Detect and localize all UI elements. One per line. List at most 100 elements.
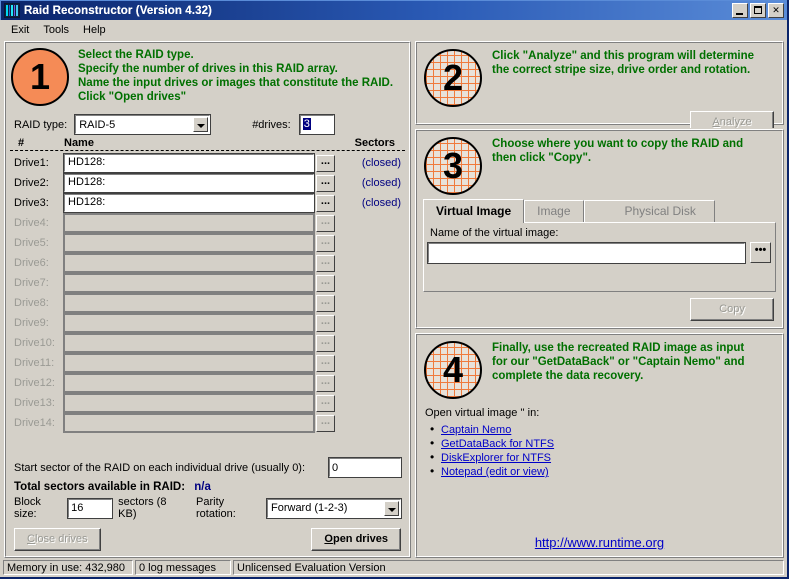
drive-name-input[interactable]: HD128:	[63, 153, 315, 173]
virtual-image-browse-button[interactable]: •••	[750, 242, 771, 263]
parity-rotation-label: Parity rotation:	[196, 496, 236, 520]
menu-bar: Exit Tools Help	[0, 20, 787, 39]
step2-number-badge: 2	[424, 49, 482, 107]
drive-browse-button[interactable]: ...	[316, 254, 335, 272]
drive-row: Drive11:...	[14, 353, 405, 373]
steps-column: 2 Click "Analyze" and this program will …	[414, 40, 785, 559]
drive-browse-button[interactable]: ...	[316, 334, 335, 352]
drive-label: Drive13:	[14, 397, 55, 409]
drive-row: Drive9:...	[14, 313, 405, 333]
tab-virtual-image[interactable]: Virtual Image	[423, 199, 525, 223]
open-with-links: Captain Nemo GetDataBack for NTFS DiskExpl…	[417, 422, 782, 479]
open-with-link[interactable]: DiskExplorer for NTFS	[441, 452, 551, 464]
raid-type-select[interactable]: RAID-5	[74, 114, 212, 135]
drive-name-input	[63, 373, 315, 393]
raid-type-select-wrap: RAID-5	[74, 114, 212, 135]
open-with-link[interactable]: Captain Nemo	[441, 424, 511, 436]
drive-browse-button[interactable]: ...	[316, 314, 335, 332]
drive-label: Drive11:	[14, 357, 55, 369]
drive-name-input	[63, 293, 315, 313]
drive-browse-button[interactable]: ...	[316, 294, 335, 312]
step2-panel: 2 Click "Analyze" and this program will …	[414, 40, 785, 134]
drive-row: Drive12:...	[14, 373, 405, 393]
list-item: GetDataBack for NTFS	[430, 436, 782, 451]
drive-browse-button[interactable]: ...	[316, 214, 335, 232]
drive-sectors-status: (closed)	[361, 177, 401, 189]
open-virtual-image-label: Open virtual image '' in:	[425, 407, 540, 419]
runtime-website-link[interactable]: http://www.runtime.org	[535, 535, 664, 550]
status-memory: Memory in use: 432,980	[3, 560, 133, 575]
minimize-button[interactable]	[732, 3, 748, 18]
drive-label: Drive6:	[14, 257, 49, 269]
parity-rotation-select[interactable]: Forward (1-2-3)	[266, 497, 402, 519]
drive-row: Drive1: HD128:... (closed)	[14, 153, 405, 173]
open-with-link[interactable]: Notepad (edit or view)	[441, 466, 549, 478]
step3-instructions: Choose where you want to copy the RAID a…	[492, 138, 744, 164]
drive-name-input	[63, 233, 315, 253]
drive-row: Drive3: HD128:... (closed)	[14, 193, 405, 213]
step4-header: 4 Finally, use the recreated RAID image …	[417, 335, 782, 399]
step2-header: 2 Click "Analyze" and this program will …	[417, 43, 782, 107]
drive-label: Drive2:	[14, 177, 49, 189]
block-size-row: Block size: sectors (8 KB) Parity rotati…	[6, 495, 409, 522]
column-header-name: Name	[64, 137, 94, 149]
menu-item-tools[interactable]: Tools	[36, 22, 76, 38]
step2-instructions: Click "Analyze" and this program will de…	[492, 50, 755, 76]
drive-name-input	[63, 413, 315, 433]
drive-browse-button[interactable]: ...	[316, 354, 335, 372]
virtual-image-name-label: Name of the virtual image:	[430, 227, 559, 239]
status-bar: Memory in use: 432,980 0 log messages Un…	[0, 558, 787, 577]
drive-name-input	[63, 313, 315, 333]
drive-row: Drive13:...	[14, 393, 405, 413]
open-with-link[interactable]: GetDataBack for NTFS	[441, 438, 554, 450]
drive-browse-button[interactable]: ...	[316, 194, 335, 212]
start-sector-label: Start sector of the RAID on each individ…	[14, 461, 306, 474]
close-button[interactable]: ✕	[768, 3, 784, 18]
drive-name-input[interactable]: HD128:	[63, 173, 315, 193]
drive-browse-button[interactable]: ...	[316, 414, 335, 432]
copy-button[interactable]: Copy	[690, 298, 774, 321]
drive-sectors-status: (closed)	[361, 157, 401, 169]
main-content: 1 Select the RAID type. Specify the numb…	[0, 39, 787, 559]
drives-count-input[interactable]: 3	[298, 114, 335, 135]
parity-rotation-select-wrap: Forward (1-2-3)	[266, 497, 402, 519]
block-size-input[interactable]	[67, 497, 114, 519]
open-drives-button[interactable]: Open drives	[311, 528, 401, 551]
status-log-messages: 0 log messages	[135, 560, 231, 575]
drive-row: Drive5:...	[14, 233, 405, 253]
drive-browse-button[interactable]: ...	[316, 174, 335, 192]
total-sectors-value: n/a	[194, 481, 211, 493]
drive-browse-button[interactable]: ...	[316, 274, 335, 292]
drive-name-input	[63, 273, 315, 293]
drive-browse-button[interactable]: ...	[316, 154, 335, 172]
total-sectors-label: Total sectors available in RAID:	[14, 481, 186, 493]
drive-row: Drive14:...	[14, 413, 405, 433]
drive-name-input[interactable]: HD128:	[63, 193, 315, 213]
drive-row: Drive8:...	[14, 293, 405, 313]
drive-label: Drive9:	[14, 317, 49, 329]
step1-header: 1 Select the RAID type. Specify the numb…	[6, 43, 409, 110]
drive-label: Drive14:	[14, 417, 55, 429]
start-sector-input[interactable]	[328, 457, 402, 478]
tab-physical-disk[interactable]: Physical Disk	[583, 200, 715, 222]
drive-name-input	[63, 353, 315, 373]
drive-label: Drive8:	[14, 297, 49, 309]
drive-label: Drive3:	[14, 197, 49, 209]
drive-browse-button[interactable]: ...	[316, 234, 335, 252]
menu-item-exit[interactable]: Exit	[4, 22, 36, 38]
virtual-image-name-row: •••	[427, 241, 771, 264]
website-row: http://www.runtime.org	[417, 521, 782, 556]
maximize-button[interactable]	[750, 3, 766, 18]
close-drives-button[interactable]: Close drives	[14, 528, 101, 551]
menu-item-help[interactable]: Help	[76, 22, 113, 38]
window-controls: ✕	[732, 3, 785, 18]
drive-browse-button[interactable]: ...	[316, 374, 335, 392]
title-bar: Raid Reconstructor (Version 4.32) ✕	[0, 0, 787, 20]
drive-row: Drive10:...	[14, 333, 405, 353]
drive-browse-button[interactable]: ...	[316, 394, 335, 412]
step3-buttons: Copy	[417, 292, 782, 327]
status-license: Unlicensed Evaluation Version	[233, 560, 784, 575]
list-item: Notepad (edit or view)	[430, 464, 782, 479]
virtual-image-name-input[interactable]	[427, 241, 746, 264]
tab-image[interactable]: Image	[524, 200, 584, 222]
